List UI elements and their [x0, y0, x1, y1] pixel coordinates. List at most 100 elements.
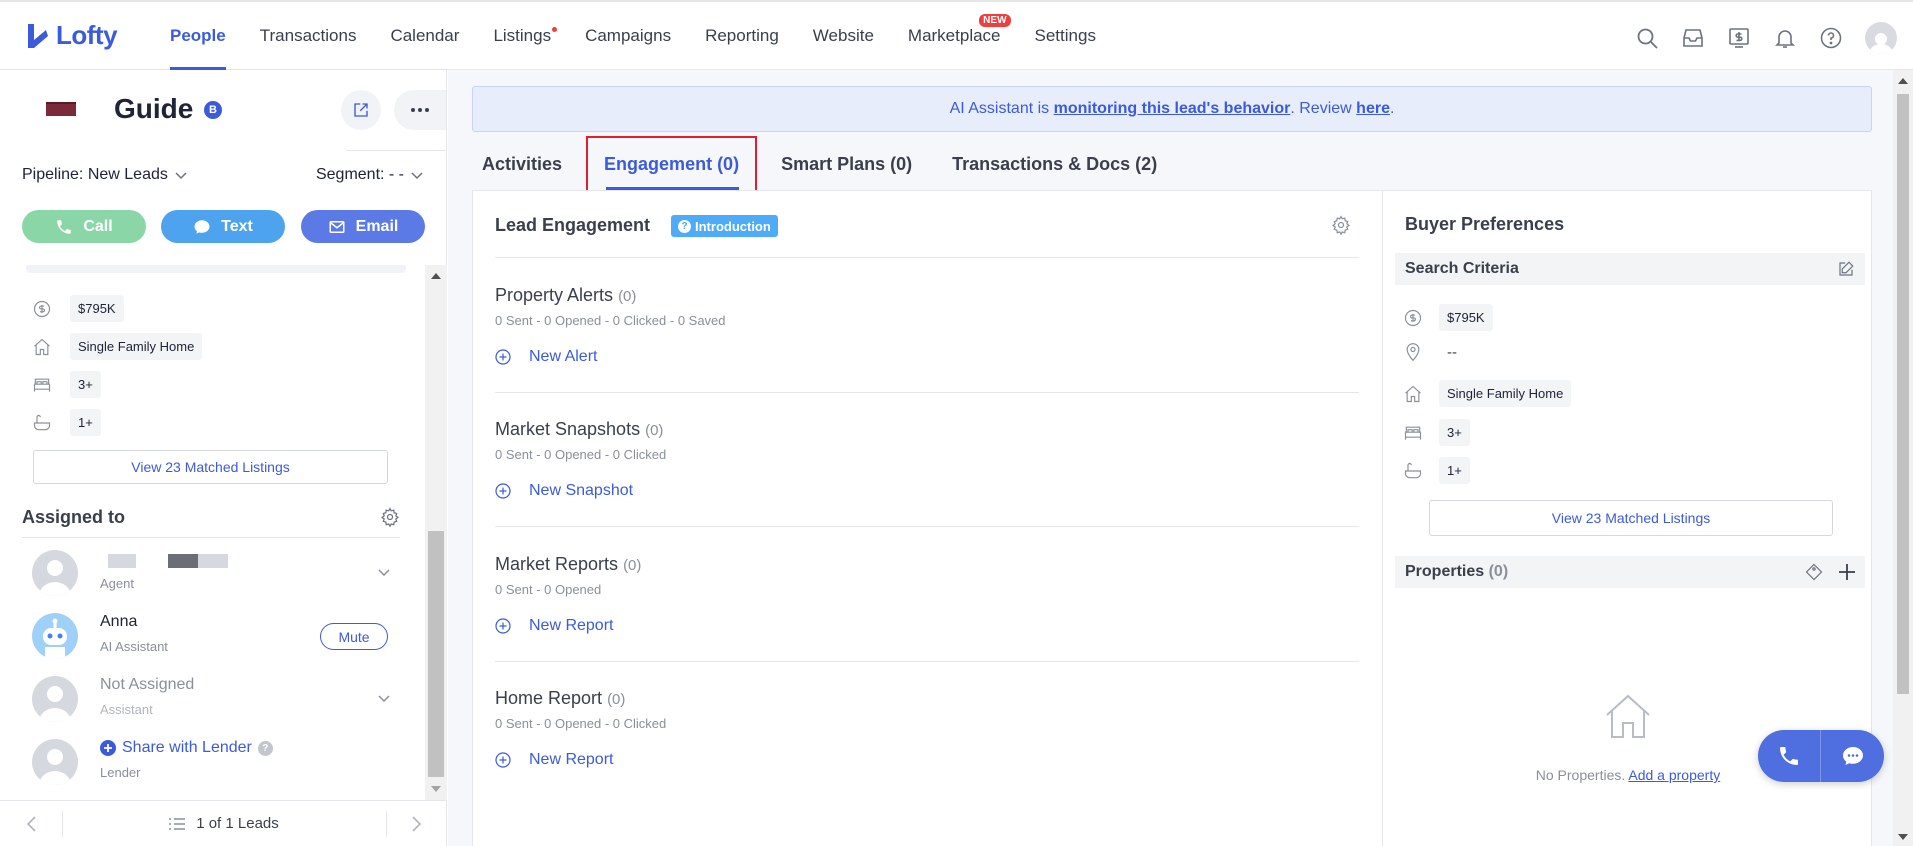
ai-name: Anna: [100, 613, 138, 630]
search-icon[interactable]: [1635, 26, 1659, 50]
plus-icon[interactable]: [1837, 562, 1857, 582]
mute-button[interactable]: Mute: [320, 623, 388, 650]
lead-engagement-title: Lead Engagement: [495, 215, 651, 235]
lead-avatar-image: [46, 102, 76, 116]
floating-chat-button[interactable]: [1821, 730, 1884, 782]
help-icon[interactable]: [1819, 26, 1843, 50]
redacted-name: [198, 554, 228, 568]
buyer-view-matched-listings-button[interactable]: View 23 Matched Listings: [1429, 500, 1833, 536]
dollar-circle-icon: [1404, 309, 1422, 326]
view-matched-listings-button[interactable]: View 23 Matched Listings: [33, 450, 388, 484]
new-home-report-link[interactable]: New Report: [495, 751, 613, 769]
market-snapshots-title: Market Snapshots (0): [495, 419, 663, 440]
monitoring-link[interactable]: monitoring this lead's behavior: [1054, 100, 1291, 118]
share-with-lender-link[interactable]: Share with Lender ?: [100, 739, 273, 757]
assistant-avatar: [32, 676, 78, 722]
banner-suffix: .: [1389, 100, 1395, 117]
question-icon[interactable]: ?: [257, 740, 273, 756]
chevron-down-icon[interactable]: [376, 690, 392, 706]
lofty-logo[interactable]: Lofty: [26, 20, 118, 51]
pipeline-dropdown[interactable]: Pipeline: New Leads: [22, 166, 188, 184]
user-silhouette-icon: [39, 686, 71, 722]
tab-engagement[interactable]: Engagement (0): [586, 136, 758, 192]
top-navigation-bar: Lofty People Transactions Calendar Listi…: [0, 0, 1913, 70]
chevron-left-icon[interactable]: [22, 814, 42, 834]
main-nav: People Transactions Calendar Listings Ca…: [170, 2, 1130, 70]
add-property-link[interactable]: Add a property: [1628, 767, 1720, 783]
nav-transactions[interactable]: Transactions: [260, 2, 357, 70]
email-button[interactable]: Email: [301, 210, 425, 243]
phone-icon: [57, 219, 72, 234]
more-options-button[interactable]: [394, 90, 446, 130]
robot-icon: [32, 613, 78, 659]
scroll-down-arrow[interactable]: [431, 786, 441, 792]
nav-website[interactable]: Website: [813, 2, 874, 70]
sidebar-scrollbar[interactable]: [425, 265, 447, 800]
tab-activities[interactable]: Activities: [472, 137, 578, 191]
bell-icon[interactable]: [1773, 26, 1797, 50]
nav-marketplace[interactable]: Marketplace NEW: [908, 2, 1011, 70]
inbox-icon[interactable]: [1681, 26, 1705, 50]
nav-listings[interactable]: Listings: [493, 2, 558, 70]
nav-listings-label: Listings: [493, 26, 552, 45]
scrollbar-thumb[interactable]: [428, 531, 444, 777]
bathtub-icon: [1404, 462, 1422, 478]
pager-divider: [62, 811, 63, 837]
nav-people[interactable]: People: [170, 2, 226, 70]
assigned-agent[interactable]: Agent: [32, 548, 412, 598]
gear-icon[interactable]: [380, 507, 400, 527]
segment-label: Segment: - -: [315, 166, 404, 183]
floating-call-button[interactable]: [1758, 730, 1821, 782]
home-report-title: Home Report (0): [495, 688, 625, 709]
introduction-label: Introduction: [695, 218, 771, 234]
section-divider: [495, 392, 1359, 393]
share-lead-button[interactable]: [341, 90, 381, 130]
nav-calendar[interactable]: Calendar: [390, 2, 459, 70]
billing-icon[interactable]: [1727, 26, 1751, 50]
chevron-down-icon[interactable]: [376, 564, 392, 580]
call-button[interactable]: Call: [22, 210, 146, 243]
chevron-right-icon[interactable]: [406, 814, 426, 834]
assigned-assistant[interactable]: Not Assigned Assistant: [32, 674, 412, 724]
more-dots-icon: [411, 108, 429, 112]
nav-reporting[interactable]: Reporting: [705, 2, 779, 70]
scrollbar-thumb[interactable]: [1897, 94, 1909, 694]
new-market-report-link[interactable]: New Report: [495, 617, 613, 635]
criteria-beds-row: 3+: [32, 371, 101, 398]
gear-icon[interactable]: [1331, 215, 1351, 235]
market-snapshots-count: (0): [645, 422, 664, 439]
plus-circle-icon: [495, 752, 511, 768]
property-alerts-stats: 0 Sent - 0 Opened - 0 Clicked - 0 Saved: [495, 313, 726, 328]
plus-circle-icon: [495, 618, 511, 634]
scroll-up-arrow[interactable]: [431, 273, 441, 279]
new-snapshot-link[interactable]: New Snapshot: [495, 482, 633, 500]
review-here-link[interactable]: here: [1356, 100, 1390, 118]
page-scrollbar[interactable]: [1893, 70, 1913, 846]
user-avatar[interactable]: [1865, 22, 1897, 54]
scroll-down-arrow[interactable]: [1898, 834, 1908, 840]
scroll-up-arrow[interactable]: [1898, 78, 1908, 84]
nav-settings[interactable]: Settings: [1035, 2, 1096, 70]
no-properties-label: No Properties.: [1535, 767, 1629, 783]
bed-icon: [1404, 426, 1422, 440]
share-icon: [354, 103, 368, 117]
buyer-beds: 3+: [1439, 419, 1470, 446]
edit-icon[interactable]: [1837, 260, 1855, 278]
top-icons: [1635, 22, 1897, 54]
tab-smart-plans[interactable]: Smart Plans (0): [765, 137, 928, 191]
new-alert-link[interactable]: New Alert: [495, 348, 597, 366]
text-button[interactable]: Text: [161, 210, 285, 243]
nav-campaigns[interactable]: Campaigns: [585, 2, 671, 70]
lender-avatar: [32, 739, 78, 785]
call-label: Call: [83, 217, 113, 235]
properties-title: Properties (0): [1405, 563, 1508, 581]
segment-dropdown[interactable]: Segment: - -: [316, 166, 424, 184]
text-label: Text: [221, 217, 253, 235]
market-reports-count: (0): [623, 557, 642, 574]
chat-bubble-icon: [194, 219, 210, 234]
lead-pager: 1 of 1 Leads: [0, 800, 447, 846]
tab-transactions-docs[interactable]: Transactions & Docs (2): [936, 137, 1173, 191]
tag-icon[interactable]: [1805, 563, 1823, 581]
dollar-circle-icon: [33, 300, 51, 317]
introduction-button[interactable]: ? Introduction: [671, 215, 778, 237]
